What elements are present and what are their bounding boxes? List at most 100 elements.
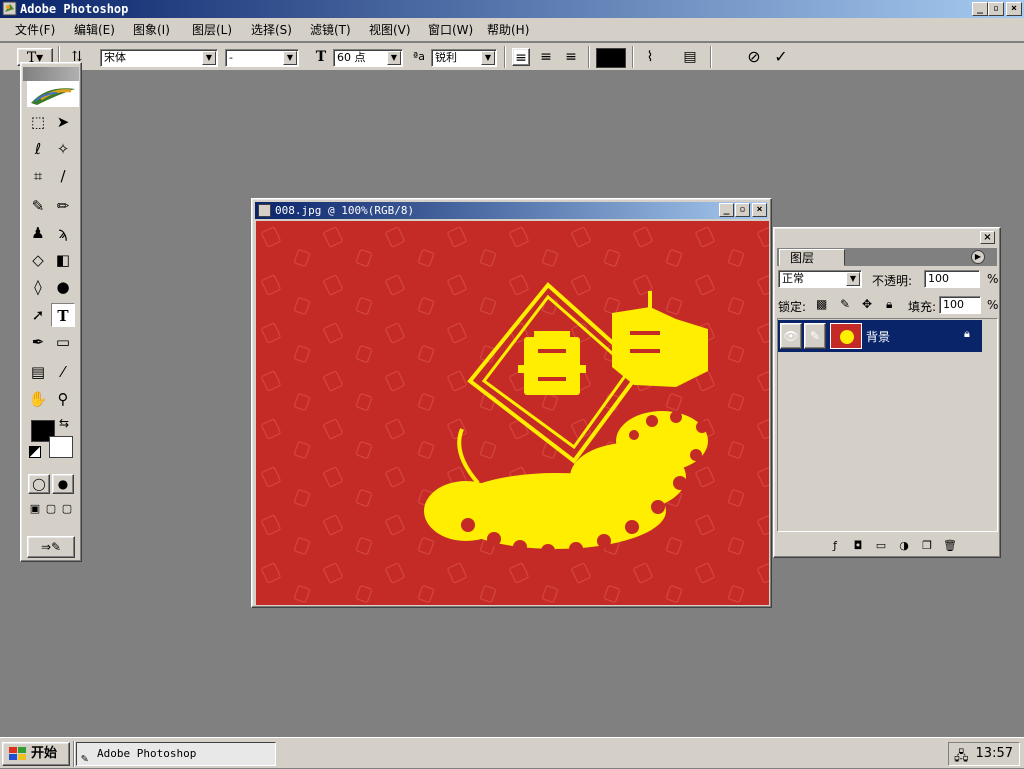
marquee-tool-icon[interactable]: ⬚ xyxy=(26,110,50,134)
layer-thumbnail xyxy=(830,323,862,349)
new-group-icon[interactable]: ▭ xyxy=(874,539,888,553)
default-colors-icon[interactable] xyxy=(29,446,41,458)
dropdown-arrow-icon[interactable]: ▼ xyxy=(387,51,401,65)
document-title: 008.jpg @ 100%(RGB/8) xyxy=(275,204,415,217)
font-family-select[interactable]: 宋体 ▼ xyxy=(100,49,218,67)
zoom-tool-icon[interactable]: ⚲ xyxy=(51,387,75,411)
taskbar-photoshop-button[interactable]: ✎ Adobe Photoshop xyxy=(76,742,276,766)
document-title-bar[interactable]: 008.jpg @ 100%(RGB/8) _ ▫ × xyxy=(255,202,768,219)
dropdown-arrow-icon[interactable]: ▼ xyxy=(283,51,297,65)
start-button[interactable]: 开始 xyxy=(2,742,70,766)
hand-tool-icon[interactable]: ✋ xyxy=(26,387,50,411)
photoshop-app-icon: ✎ xyxy=(81,751,89,765)
pen-tool-icon[interactable]: ✒ xyxy=(26,330,50,354)
menu-image[interactable]: 图象(I) xyxy=(131,22,172,38)
fill-value: 100 xyxy=(943,298,964,311)
brush-link-icon[interactable]: ✎ xyxy=(804,323,826,349)
lasso-tool-icon[interactable]: ℓ xyxy=(26,137,50,161)
path-selection-icon[interactable]: ➚ xyxy=(26,303,50,327)
antialias-select[interactable]: 锐利 ▼ xyxy=(431,49,497,67)
screen-mode-full-icon[interactable]: ▢ xyxy=(59,501,75,517)
eyedropper-icon[interactable]: ⁄ xyxy=(51,360,75,384)
clone-stamp-icon[interactable]: ♟ xyxy=(26,221,50,245)
adjustment-layer-icon[interactable]: ◑ xyxy=(897,539,911,553)
standard-mode-icon[interactable]: ◯ xyxy=(28,474,50,494)
lock-all-icon[interactable]: 🔒︎ xyxy=(886,297,892,312)
notes-tool-icon[interactable]: ▤ xyxy=(26,360,50,384)
menu-layer[interactable]: 图层(L) xyxy=(190,22,234,38)
layer-style-icon[interactable]: ƒ xyxy=(828,539,842,553)
align-left-icon[interactable]: ≡ xyxy=(512,48,530,66)
swap-colors-icon[interactable]: ⇆ xyxy=(59,416,69,430)
layer-mask-icon[interactable]: ◘ xyxy=(851,539,865,553)
jump-to-imageready-icon[interactable]: ⇒✎ xyxy=(27,536,75,558)
font-size-select[interactable]: 60 点 ▼ xyxy=(333,49,403,67)
menu-view[interactable]: 视图(V) xyxy=(367,22,413,38)
eraser-tool-icon[interactable]: ◇ xyxy=(26,248,50,272)
system-tray: 🖧︎ 13:57 xyxy=(948,742,1020,766)
healing-brush-icon[interactable]: ✎ xyxy=(26,194,50,218)
cancel-icon[interactable]: ⊘ xyxy=(745,48,763,66)
menu-edit[interactable]: 编辑(E) xyxy=(72,22,117,38)
layers-close-button[interactable]: × xyxy=(980,231,995,244)
history-brush-icon[interactable]: ϡ xyxy=(51,221,75,245)
commit-icon[interactable]: ✓ xyxy=(772,48,790,66)
menu-file[interactable]: 文件(F) xyxy=(13,22,57,38)
separator xyxy=(710,46,712,68)
crop-tool-icon[interactable]: ⌗ xyxy=(26,164,50,188)
burn-tool-icon[interactable]: ● xyxy=(51,275,75,299)
font-size-value: 60 点 xyxy=(337,51,366,64)
blend-mode-select[interactable]: 正常 ▼ xyxy=(778,270,862,288)
lock-image-icon[interactable]: ✎ xyxy=(840,297,850,311)
fill-input[interactable]: 100 xyxy=(939,296,981,314)
rectangle-tool-icon[interactable]: ▭ xyxy=(51,330,75,354)
doc-close-button[interactable]: × xyxy=(752,203,767,217)
network-icon[interactable]: 🖧︎ xyxy=(954,746,969,768)
photoshop-feather-icon[interactable] xyxy=(27,81,79,107)
restore-button[interactable]: ▫ xyxy=(988,2,1004,16)
dropdown-arrow-icon[interactable]: ▼ xyxy=(481,51,495,65)
type-tool-icon[interactable]: T xyxy=(51,303,75,327)
doc-maximize-button[interactable]: ▫ xyxy=(735,203,750,217)
dropdown-arrow-icon[interactable]: ▼ xyxy=(202,51,216,65)
brush-tool-icon[interactable]: ✏ xyxy=(51,194,75,218)
image-canvas[interactable] xyxy=(256,221,769,605)
layer-name: 背景 xyxy=(866,330,891,344)
palette-menu-icon[interactable]: ▶ xyxy=(971,250,985,264)
font-style-select[interactable]: - ▼ xyxy=(225,49,299,67)
tab-layers[interactable]: 图层 xyxy=(779,249,845,266)
magic-wand-icon[interactable]: ✧ xyxy=(51,137,75,161)
move-tool-icon[interactable]: ➤ xyxy=(51,110,75,134)
lock-transparency-icon[interactable]: ▩ xyxy=(816,297,827,311)
clock[interactable]: 13:57 xyxy=(976,746,1013,761)
quick-mask-icon[interactable]: ● xyxy=(52,474,74,494)
toolbox-titlebar[interactable] xyxy=(23,67,79,81)
menu-filter[interactable]: 滤镜(T) xyxy=(308,22,353,38)
warp-text-icon[interactable]: ⌇ xyxy=(641,48,659,66)
menu-help[interactable]: 帮助(H) xyxy=(485,22,531,38)
lock-position-icon[interactable]: ✥ xyxy=(862,297,872,311)
gradient-tool-icon[interactable]: ◧ xyxy=(51,248,75,272)
screen-mode-full-menu-icon[interactable]: ▢ xyxy=(43,501,59,517)
menu-window[interactable]: 窗口(W) xyxy=(426,22,475,38)
visibility-eye-icon[interactable]: 👁︎ xyxy=(780,323,802,349)
menu-select[interactable]: 选择(S) xyxy=(249,22,294,38)
align-center-icon[interactable]: ≡ xyxy=(537,48,555,66)
delete-layer-icon[interactable]: 🗑︎ xyxy=(943,539,957,553)
slice-tool-icon[interactable]: ∕ xyxy=(51,164,75,188)
palettes-icon[interactable]: ▤ xyxy=(681,48,699,66)
new-layer-icon[interactable]: ❐ xyxy=(920,539,934,553)
antialias-value: 锐利 xyxy=(435,51,457,64)
opacity-input[interactable]: 100 xyxy=(924,270,980,288)
close-button[interactable]: × xyxy=(1006,2,1022,16)
text-color-swatch[interactable] xyxy=(596,48,626,68)
doc-minimize-button[interactable]: _ xyxy=(719,203,734,217)
layer-row[interactable]: 👁︎ ✎ 背景 🔒︎ xyxy=(778,320,982,352)
screen-mode-standard-icon[interactable]: ▣ xyxy=(27,501,43,517)
minimize-button[interactable]: _ xyxy=(972,2,988,16)
background-color-swatch[interactable] xyxy=(49,436,73,458)
app-title: Adobe Photoshop xyxy=(20,2,129,16)
align-right-icon[interactable]: ≡ xyxy=(562,48,580,66)
dropdown-arrow-icon[interactable]: ▼ xyxy=(846,272,860,286)
blur-tool-icon[interactable]: ◊ xyxy=(26,275,50,299)
